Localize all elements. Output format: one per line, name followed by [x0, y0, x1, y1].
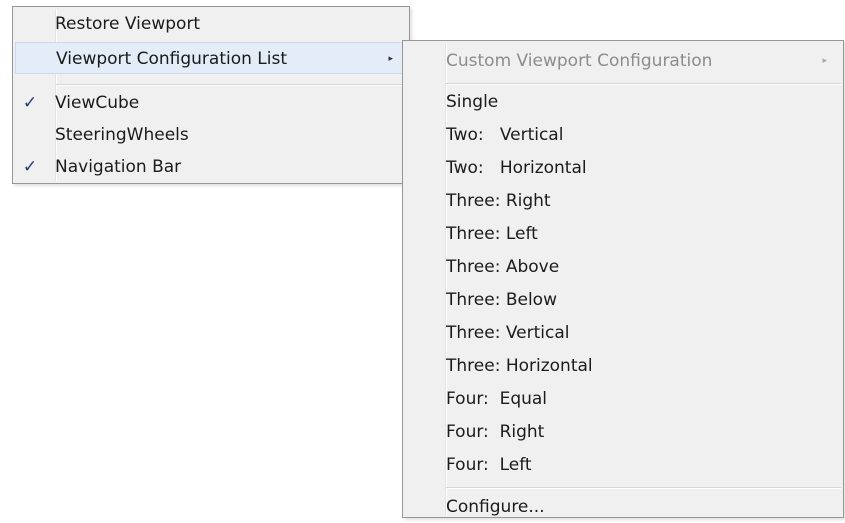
menu-item-four-left[interactable]: Four: Left [403, 449, 843, 481]
menu-item-two-vertical[interactable]: Two: Vertical [403, 119, 843, 151]
viewport-configuration-submenu: Custom Viewport Configuration ▸ Single T… [402, 40, 844, 518]
menu-item-steeringwheels[interactable]: SteeringWheels [13, 119, 409, 151]
menu-item-restore-viewport[interactable]: Restore Viewport [13, 8, 409, 40]
menu-item-navigation-bar[interactable]: ✓ Navigation Bar [13, 151, 409, 183]
menu-item-custom-viewport-configuration: Custom Viewport Configuration ▸ [403, 45, 843, 77]
checkmark-icon: ✓ [22, 93, 38, 113]
menu-item-label: Four: Equal [446, 389, 548, 409]
menu-item-single[interactable]: Single [403, 86, 843, 118]
menu-item-four-equal[interactable]: Four: Equal [403, 383, 843, 415]
checkmark-icon: ✓ [22, 157, 38, 177]
menu-item-label: Viewport Configuration List [56, 49, 288, 69]
menu-item-label: Three: Vertical [446, 323, 570, 343]
menu-item-configure[interactable]: Configure... [403, 491, 843, 523]
viewport-context-menu: Restore Viewport Viewport Configuration … [12, 6, 410, 184]
menu-item-viewport-configuration-list[interactable]: Viewport Configuration List ▸ [15, 42, 407, 74]
menu-item-three-below[interactable]: Three: Below [403, 284, 843, 316]
menu-item-label: Three: Right [446, 191, 551, 211]
menu-item-label: Two: Vertical [446, 125, 564, 145]
menu-item-label: Three: Above [446, 257, 560, 277]
menu-item-label: Custom Viewport Configuration [446, 51, 713, 71]
menu-item-label: Four: Right [446, 422, 545, 442]
menu-item-four-right[interactable]: Four: Right [403, 416, 843, 448]
menu-item-label: Four: Left [446, 455, 532, 475]
menu-item-label: Two: Horizontal [446, 158, 587, 178]
menu-item-three-right[interactable]: Three: Right [403, 185, 843, 217]
menu-item-three-left[interactable]: Three: Left [403, 218, 843, 250]
menu-item-label: Navigation Bar [55, 157, 182, 177]
menu-item-label: Three: Left [446, 224, 538, 244]
menu-separator [56, 84, 407, 86]
menu-item-label: Configure... [446, 497, 545, 517]
menu-separator [446, 83, 841, 85]
menu-item-three-above[interactable]: Three: Above [403, 251, 843, 283]
menu-item-two-horizontal[interactable]: Two: Horizontal [403, 152, 843, 184]
submenu-arrow-icon: ▸ [822, 56, 827, 66]
menu-item-label: ViewCube [55, 93, 140, 113]
menu-item-three-horizontal[interactable]: Three: Horizontal [403, 350, 843, 382]
menu-item-label: Three: Horizontal [446, 356, 593, 376]
menu-separator [446, 487, 841, 489]
submenu-arrow-icon: ▸ [388, 54, 393, 64]
menu-item-label: Three: Below [446, 290, 557, 310]
menu-item-label: SteeringWheels [55, 125, 189, 145]
menu-item-three-vertical[interactable]: Three: Vertical [403, 317, 843, 349]
menu-item-label: Single [446, 92, 499, 112]
menu-item-label: Restore Viewport [55, 14, 201, 34]
menu-item-viewcube[interactable]: ✓ ViewCube [13, 87, 409, 119]
